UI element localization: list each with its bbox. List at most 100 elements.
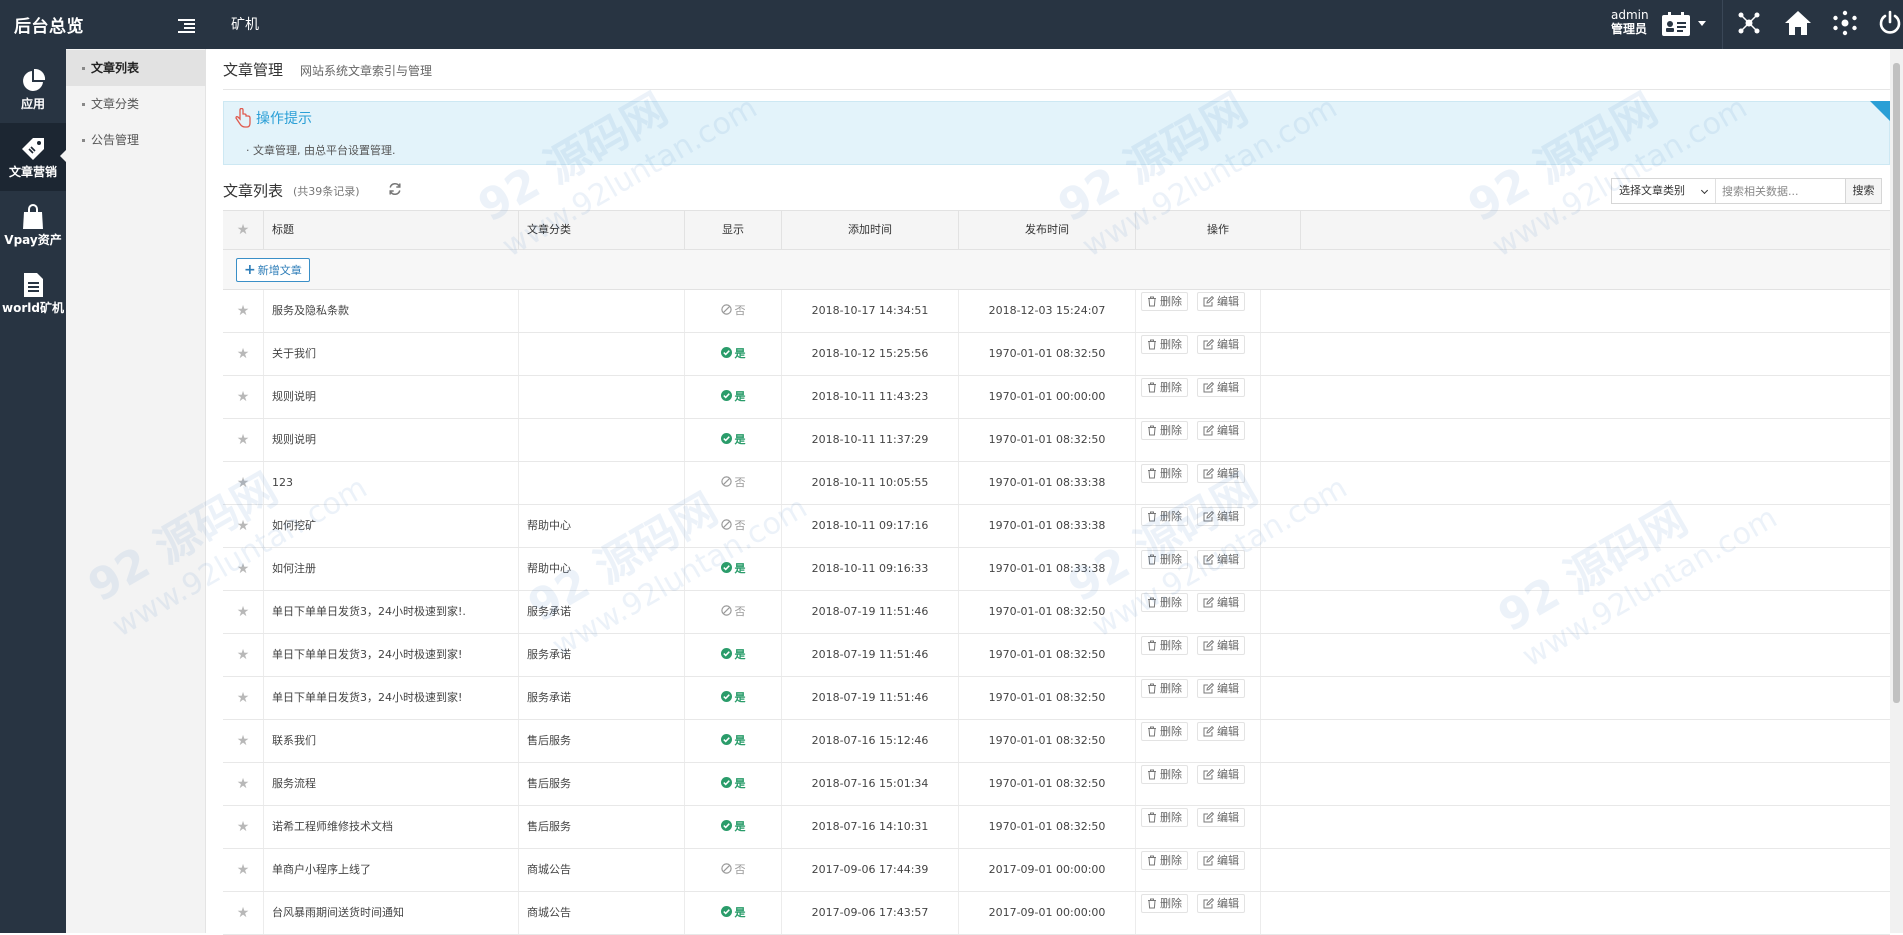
cell-show[interactable]: 否 xyxy=(685,505,782,547)
edit-button[interactable]: 编辑 xyxy=(1197,335,1245,354)
network-icon[interactable] xyxy=(1736,10,1762,36)
cell-show[interactable]: 是 xyxy=(685,892,782,934)
home-icon[interactable] xyxy=(1784,10,1812,36)
edit-button[interactable]: 编辑 xyxy=(1197,808,1245,827)
edit-button[interactable]: 编辑 xyxy=(1197,636,1245,655)
cell-title[interactable]: 诺希工程师维修技术文档 xyxy=(264,806,519,848)
star-icon[interactable]: ★ xyxy=(223,419,264,461)
star-icon[interactable]: ★ xyxy=(223,849,264,891)
table-row[interactable]: ★ 单日下单单日发货3，24小时极速到家!. 服务承诺 否 2018-07-19 11:… xyxy=(223,591,1890,634)
delete-button[interactable]: 删除 xyxy=(1141,292,1188,311)
user-menu[interactable]: admin 管理员 xyxy=(1611,8,1649,36)
table-row[interactable]: ★ 单日下单单日发货3，24小时极速到家! 服务承诺 是 2018-07-19 11:5… xyxy=(223,677,1890,720)
star-icon[interactable]: ★ xyxy=(223,677,264,719)
edit-button[interactable]: 编辑 xyxy=(1197,464,1245,483)
nav-item-vpay-assets[interactable]: Vpay资产 xyxy=(0,191,66,259)
cell-show[interactable]: 是 xyxy=(685,806,782,848)
cell-show[interactable]: 是 xyxy=(685,720,782,762)
star-icon[interactable]: ★ xyxy=(223,376,264,418)
delete-button[interactable]: 删除 xyxy=(1141,593,1188,612)
cell-show[interactable]: 是 xyxy=(685,677,782,719)
delete-button[interactable]: 删除 xyxy=(1141,550,1188,569)
edit-button[interactable]: 编辑 xyxy=(1197,894,1245,913)
delete-button[interactable]: 删除 xyxy=(1141,507,1188,526)
cell-show[interactable]: 否 xyxy=(685,462,782,504)
breadcrumb[interactable]: 矿机 xyxy=(231,14,259,34)
cell-show[interactable]: 否 xyxy=(685,591,782,633)
edit-button[interactable]: 编辑 xyxy=(1197,550,1245,569)
table-row[interactable]: ★ 服务及隐私条款 否 2018-10-17 14:34:51 2018-12-03 1… xyxy=(223,290,1890,333)
cell-title[interactable]: 规则说明 xyxy=(264,376,519,418)
cell-title[interactable]: 关于我们 xyxy=(264,333,519,375)
table-row[interactable]: ★ 123 否 2018-10-11 10:05:55 1970-01-01 08:33… xyxy=(223,462,1890,505)
nav-item-apps[interactable]: 应用 xyxy=(0,55,66,123)
star-icon[interactable]: ★ xyxy=(223,892,264,934)
star-icon[interactable]: ★ xyxy=(223,462,264,504)
edit-button[interactable]: 编辑 xyxy=(1197,765,1245,784)
add-article-button[interactable]: + 新增文章 xyxy=(236,258,310,282)
cluster-icon[interactable] xyxy=(1832,10,1858,36)
refresh-icon[interactable] xyxy=(388,182,402,196)
delete-button[interactable]: 删除 xyxy=(1141,765,1188,784)
nav-item-world-miner[interactable]: world矿机 xyxy=(0,259,66,327)
delete-button[interactable]: 删除 xyxy=(1141,808,1188,827)
search-input[interactable] xyxy=(1717,179,1847,203)
table-row[interactable]: ★ 规则说明 是 2018-10-11 11:37:29 1970-01-01 08:3… xyxy=(223,419,1890,462)
cell-show[interactable]: 是 xyxy=(685,376,782,418)
id-card-icon[interactable] xyxy=(1661,12,1691,38)
cell-title[interactable]: 规则说明 xyxy=(264,419,519,461)
sub-nav-article-list[interactable]: 文章列表 xyxy=(66,50,206,86)
cell-title[interactable]: 台风暴雨期间送货时间通知 xyxy=(264,892,519,934)
sub-nav-article-category[interactable]: 文章分类 xyxy=(66,86,206,122)
delete-button[interactable]: 删除 xyxy=(1141,378,1188,397)
delete-button[interactable]: 删除 xyxy=(1141,851,1188,870)
col-show[interactable]: 显示 xyxy=(685,211,782,249)
cell-title[interactable]: 单日下单单日发货3，24小时极速到家! xyxy=(264,634,519,676)
table-row[interactable]: ★ 规则说明 是 2018-10-11 11:43:23 1970-01-01 00:0… xyxy=(223,376,1890,419)
cell-show[interactable]: 是 xyxy=(685,763,782,805)
vertical-scrollbar[interactable] xyxy=(1890,49,1903,933)
nav-item-article-marketing[interactable]: 文章营销 xyxy=(0,123,67,191)
table-row[interactable]: ★ 如何挖矿 帮助中心 否 2018-10-11 09:17:16 1970-01-01 … xyxy=(223,505,1890,548)
delete-button[interactable]: 删除 xyxy=(1141,464,1188,483)
edit-button[interactable]: 编辑 xyxy=(1197,593,1245,612)
table-row[interactable]: ★ 关于我们 是 2018-10-12 15:25:56 1970-01-01 08:3… xyxy=(223,333,1890,376)
delete-button[interactable]: 删除 xyxy=(1141,722,1188,741)
edit-button[interactable]: 编辑 xyxy=(1197,679,1245,698)
power-icon[interactable] xyxy=(1878,10,1902,36)
delete-button[interactable]: 删除 xyxy=(1141,894,1188,913)
cell-title[interactable]: 联系我们 xyxy=(264,720,519,762)
sub-nav-announcements[interactable]: 公告管理 xyxy=(66,122,206,158)
col-add-time[interactable]: 添加时间 xyxy=(782,211,959,249)
star-icon[interactable]: ★ xyxy=(223,505,264,547)
edit-button[interactable]: 编辑 xyxy=(1197,421,1245,440)
star-icon[interactable]: ★ xyxy=(223,591,264,633)
star-icon[interactable]: ★ xyxy=(223,634,264,676)
cell-show[interactable]: 是 xyxy=(685,333,782,375)
edit-button[interactable]: 编辑 xyxy=(1197,378,1245,397)
delete-button[interactable]: 删除 xyxy=(1141,421,1188,440)
scrollbar-thumb[interactable] xyxy=(1893,63,1900,703)
delete-button[interactable]: 删除 xyxy=(1141,636,1188,655)
cell-show[interactable]: 是 xyxy=(685,634,782,676)
tips-header[interactable]: 操作提示 xyxy=(234,107,312,128)
col-publish-time[interactable]: 发布时间 xyxy=(959,211,1136,249)
cell-title[interactable]: 服务流程 xyxy=(264,763,519,805)
table-row[interactable]: ★ 服务流程 售后服务 是 2018-07-16 15:01:34 1970-01-01 … xyxy=(223,763,1890,806)
col-title[interactable]: 标题 xyxy=(264,211,519,249)
table-row[interactable]: ★ 单商户小程序上线了 商城公告 否 2017-09-06 17:44:39 2017-0… xyxy=(223,849,1890,892)
cell-title[interactable]: 123 xyxy=(264,462,519,504)
delete-button[interactable]: 删除 xyxy=(1141,679,1188,698)
brand-title[interactable]: 后台总览 xyxy=(14,12,84,37)
cell-title[interactable]: 服务及隐私条款 xyxy=(264,290,519,332)
cell-title[interactable]: 单日下单单日发货3，24小时极速到家! xyxy=(264,677,519,719)
search-button[interactable]: 搜索 xyxy=(1845,179,1881,203)
edit-button[interactable]: 编辑 xyxy=(1197,507,1245,526)
table-row[interactable]: ★ 联系我们 售后服务 是 2018-07-16 15:12:46 1970-01-01 … xyxy=(223,720,1890,763)
col-category[interactable]: 文章分类 xyxy=(519,211,685,249)
menu-toggle-icon[interactable] xyxy=(178,19,195,33)
star-icon[interactable]: ★ xyxy=(223,548,264,590)
header-star-icon[interactable]: ★ xyxy=(223,211,264,249)
cell-title[interactable]: 如何挖矿 xyxy=(264,505,519,547)
star-icon[interactable]: ★ xyxy=(223,290,264,332)
